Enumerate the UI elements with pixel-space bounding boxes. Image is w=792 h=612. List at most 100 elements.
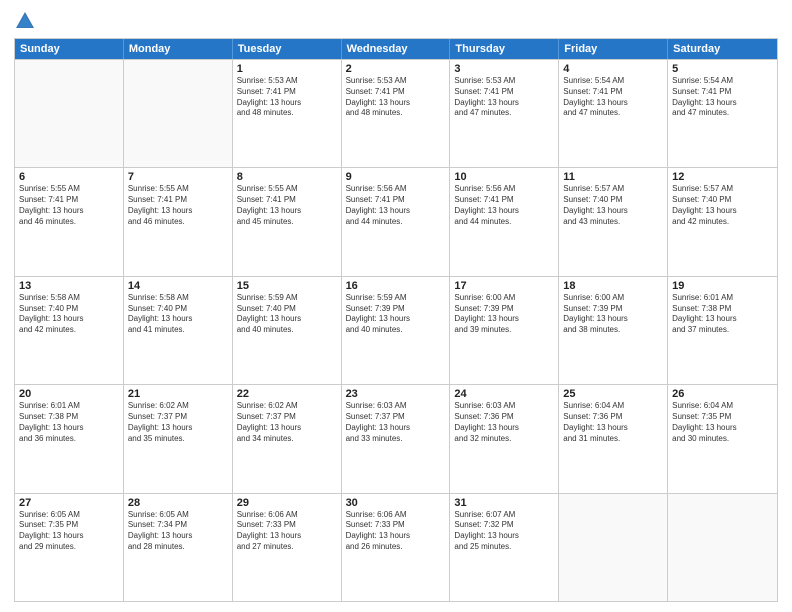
cell-info: Sunrise: 6:01 AM Sunset: 7:38 PM Dayligh… — [19, 401, 119, 444]
calendar-cell-2: 2Sunrise: 5:53 AM Sunset: 7:41 PM Daylig… — [342, 60, 451, 167]
calendar-cell-28: 28Sunrise: 6:05 AM Sunset: 7:34 PM Dayli… — [124, 494, 233, 601]
calendar-cell-18: 18Sunrise: 6:00 AM Sunset: 7:39 PM Dayli… — [559, 277, 668, 384]
weekday-header-friday: Friday — [559, 39, 668, 59]
weekday-header-sunday: Sunday — [15, 39, 124, 59]
cell-info: Sunrise: 6:03 AM Sunset: 7:37 PM Dayligh… — [346, 401, 446, 444]
cell-day-number: 3 — [454, 63, 554, 75]
calendar-cell-14: 14Sunrise: 5:58 AM Sunset: 7:40 PM Dayli… — [124, 277, 233, 384]
calendar-cell-empty-0-0 — [15, 60, 124, 167]
cell-day-number: 10 — [454, 171, 554, 183]
cell-info: Sunrise: 5:56 AM Sunset: 7:41 PM Dayligh… — [346, 184, 446, 227]
calendar-cell-6: 6Sunrise: 5:55 AM Sunset: 7:41 PM Daylig… — [15, 168, 124, 275]
cell-day-number: 24 — [454, 388, 554, 400]
cell-day-number: 28 — [128, 497, 228, 509]
cell-day-number: 19 — [672, 280, 773, 292]
calendar-cell-empty-4-6 — [668, 494, 777, 601]
cell-info: Sunrise: 5:55 AM Sunset: 7:41 PM Dayligh… — [19, 184, 119, 227]
calendar-body: 1Sunrise: 5:53 AM Sunset: 7:41 PM Daylig… — [15, 59, 777, 601]
cell-info: Sunrise: 6:05 AM Sunset: 7:35 PM Dayligh… — [19, 510, 119, 553]
calendar-cell-16: 16Sunrise: 5:59 AM Sunset: 7:39 PM Dayli… — [342, 277, 451, 384]
calendar-cell-25: 25Sunrise: 6:04 AM Sunset: 7:36 PM Dayli… — [559, 385, 668, 492]
cell-info: Sunrise: 5:59 AM Sunset: 7:40 PM Dayligh… — [237, 293, 337, 336]
cell-day-number: 7 — [128, 171, 228, 183]
logo-icon — [14, 10, 36, 32]
cell-day-number: 25 — [563, 388, 663, 400]
cell-info: Sunrise: 5:54 AM Sunset: 7:41 PM Dayligh… — [672, 76, 773, 119]
calendar-cell-8: 8Sunrise: 5:55 AM Sunset: 7:41 PM Daylig… — [233, 168, 342, 275]
calendar-cell-4: 4Sunrise: 5:54 AM Sunset: 7:41 PM Daylig… — [559, 60, 668, 167]
cell-day-number: 2 — [346, 63, 446, 75]
cell-info: Sunrise: 6:07 AM Sunset: 7:32 PM Dayligh… — [454, 510, 554, 553]
cell-info: Sunrise: 6:00 AM Sunset: 7:39 PM Dayligh… — [454, 293, 554, 336]
cell-info: Sunrise: 6:01 AM Sunset: 7:38 PM Dayligh… — [672, 293, 773, 336]
weekday-header-monday: Monday — [124, 39, 233, 59]
cell-day-number: 20 — [19, 388, 119, 400]
calendar-cell-11: 11Sunrise: 5:57 AM Sunset: 7:40 PM Dayli… — [559, 168, 668, 275]
calendar-cell-10: 10Sunrise: 5:56 AM Sunset: 7:41 PM Dayli… — [450, 168, 559, 275]
cell-day-number: 11 — [563, 171, 663, 183]
cell-info: Sunrise: 5:58 AM Sunset: 7:40 PM Dayligh… — [19, 293, 119, 336]
cell-info: Sunrise: 6:02 AM Sunset: 7:37 PM Dayligh… — [237, 401, 337, 444]
weekday-header-saturday: Saturday — [668, 39, 777, 59]
cell-day-number: 4 — [563, 63, 663, 75]
cell-day-number: 5 — [672, 63, 773, 75]
cell-info: Sunrise: 6:04 AM Sunset: 7:35 PM Dayligh… — [672, 401, 773, 444]
cell-day-number: 21 — [128, 388, 228, 400]
cell-info: Sunrise: 6:05 AM Sunset: 7:34 PM Dayligh… — [128, 510, 228, 553]
calendar-cell-24: 24Sunrise: 6:03 AM Sunset: 7:36 PM Dayli… — [450, 385, 559, 492]
cell-info: Sunrise: 6:06 AM Sunset: 7:33 PM Dayligh… — [237, 510, 337, 553]
cell-info: Sunrise: 5:59 AM Sunset: 7:39 PM Dayligh… — [346, 293, 446, 336]
cell-day-number: 30 — [346, 497, 446, 509]
calendar-row-3: 20Sunrise: 6:01 AM Sunset: 7:38 PM Dayli… — [15, 384, 777, 492]
calendar-cell-1: 1Sunrise: 5:53 AM Sunset: 7:41 PM Daylig… — [233, 60, 342, 167]
cell-day-number: 16 — [346, 280, 446, 292]
calendar-row-2: 13Sunrise: 5:58 AM Sunset: 7:40 PM Dayli… — [15, 276, 777, 384]
calendar-row-4: 27Sunrise: 6:05 AM Sunset: 7:35 PM Dayli… — [15, 493, 777, 601]
cell-info: Sunrise: 5:55 AM Sunset: 7:41 PM Dayligh… — [237, 184, 337, 227]
cell-info: Sunrise: 5:56 AM Sunset: 7:41 PM Dayligh… — [454, 184, 554, 227]
cell-info: Sunrise: 5:57 AM Sunset: 7:40 PM Dayligh… — [563, 184, 663, 227]
calendar-header: SundayMondayTuesdayWednesdayThursdayFrid… — [15, 39, 777, 59]
cell-day-number: 8 — [237, 171, 337, 183]
cell-day-number: 12 — [672, 171, 773, 183]
cell-info: Sunrise: 5:53 AM Sunset: 7:41 PM Dayligh… — [346, 76, 446, 119]
page: SundayMondayTuesdayWednesdayThursdayFrid… — [0, 0, 792, 612]
calendar-cell-9: 9Sunrise: 5:56 AM Sunset: 7:41 PM Daylig… — [342, 168, 451, 275]
weekday-header-tuesday: Tuesday — [233, 39, 342, 59]
calendar-cell-23: 23Sunrise: 6:03 AM Sunset: 7:37 PM Dayli… — [342, 385, 451, 492]
cell-info: Sunrise: 5:58 AM Sunset: 7:40 PM Dayligh… — [128, 293, 228, 336]
cell-day-number: 6 — [19, 171, 119, 183]
header — [14, 10, 778, 32]
calendar-cell-30: 30Sunrise: 6:06 AM Sunset: 7:33 PM Dayli… — [342, 494, 451, 601]
logo — [14, 10, 38, 32]
cell-day-number: 27 — [19, 497, 119, 509]
calendar-cell-empty-0-1 — [124, 60, 233, 167]
calendar-cell-19: 19Sunrise: 6:01 AM Sunset: 7:38 PM Dayli… — [668, 277, 777, 384]
cell-info: Sunrise: 5:53 AM Sunset: 7:41 PM Dayligh… — [454, 76, 554, 119]
cell-day-number: 23 — [346, 388, 446, 400]
cell-day-number: 18 — [563, 280, 663, 292]
calendar-cell-7: 7Sunrise: 5:55 AM Sunset: 7:41 PM Daylig… — [124, 168, 233, 275]
calendar-cell-13: 13Sunrise: 5:58 AM Sunset: 7:40 PM Dayli… — [15, 277, 124, 384]
calendar-cell-26: 26Sunrise: 6:04 AM Sunset: 7:35 PM Dayli… — [668, 385, 777, 492]
calendar-row-0: 1Sunrise: 5:53 AM Sunset: 7:41 PM Daylig… — [15, 59, 777, 167]
cell-info: Sunrise: 6:00 AM Sunset: 7:39 PM Dayligh… — [563, 293, 663, 336]
calendar-cell-empty-4-5 — [559, 494, 668, 601]
cell-info: Sunrise: 5:53 AM Sunset: 7:41 PM Dayligh… — [237, 76, 337, 119]
cell-day-number: 17 — [454, 280, 554, 292]
calendar-cell-17: 17Sunrise: 6:00 AM Sunset: 7:39 PM Dayli… — [450, 277, 559, 384]
calendar-cell-15: 15Sunrise: 5:59 AM Sunset: 7:40 PM Dayli… — [233, 277, 342, 384]
cell-info: Sunrise: 5:57 AM Sunset: 7:40 PM Dayligh… — [672, 184, 773, 227]
cell-day-number: 22 — [237, 388, 337, 400]
calendar-cell-5: 5Sunrise: 5:54 AM Sunset: 7:41 PM Daylig… — [668, 60, 777, 167]
calendar-cell-31: 31Sunrise: 6:07 AM Sunset: 7:32 PM Dayli… — [450, 494, 559, 601]
cell-info: Sunrise: 6:02 AM Sunset: 7:37 PM Dayligh… — [128, 401, 228, 444]
calendar-cell-21: 21Sunrise: 6:02 AM Sunset: 7:37 PM Dayli… — [124, 385, 233, 492]
calendar-cell-12: 12Sunrise: 5:57 AM Sunset: 7:40 PM Dayli… — [668, 168, 777, 275]
cell-day-number: 14 — [128, 280, 228, 292]
cell-info: Sunrise: 5:54 AM Sunset: 7:41 PM Dayligh… — [563, 76, 663, 119]
cell-info: Sunrise: 6:03 AM Sunset: 7:36 PM Dayligh… — [454, 401, 554, 444]
calendar-row-1: 6Sunrise: 5:55 AM Sunset: 7:41 PM Daylig… — [15, 167, 777, 275]
cell-day-number: 26 — [672, 388, 773, 400]
calendar-cell-20: 20Sunrise: 6:01 AM Sunset: 7:38 PM Dayli… — [15, 385, 124, 492]
